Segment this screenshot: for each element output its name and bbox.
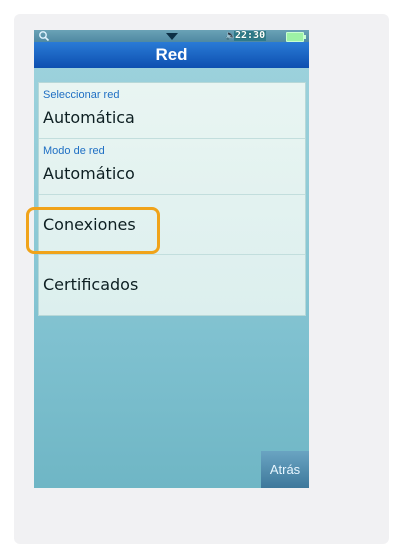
network-settings-list: Seleccionar red Automática Modo de red A… [38,82,306,316]
highlight-annotation [26,207,160,254]
page-title: Red [34,42,309,68]
list-item-value: Automática [43,108,135,127]
list-item-label: Certificados [43,275,139,294]
battery-icon [286,32,306,42]
search-icon[interactable] [38,30,50,42]
list-item-sublabel: Modo de red [43,145,105,157]
back-button[interactable]: Atrás [261,451,309,488]
list-item-value: Automático [43,164,135,183]
dropdown-arrow-icon[interactable] [166,33,178,40]
status-bar: 🔈 22:30 [34,30,309,42]
list-item-certificates[interactable]: Certificados [39,255,305,315]
list-item-network-mode[interactable]: Modo de red Automático [39,139,305,195]
list-item-select-network[interactable]: Seleccionar red Automática [39,83,305,139]
phone-screen: 🔈 22:30 Red Seleccionar red Automática M… [34,30,309,488]
list-item-sublabel: Seleccionar red [43,89,120,101]
status-time: 22:30 [234,30,267,41]
